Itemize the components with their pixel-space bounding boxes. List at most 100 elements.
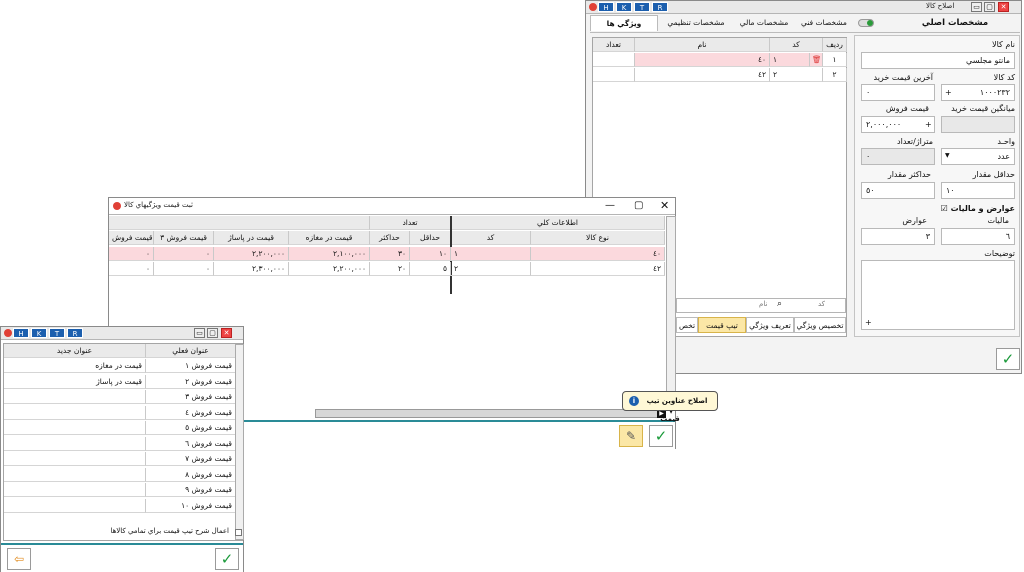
duty-field[interactable]: ٣: [861, 228, 935, 245]
tax-field[interactable]: ٦: [941, 228, 1015, 245]
unit-select[interactable]: عدد: [941, 148, 1015, 165]
bottom-tabs: تخصيص ويژگي تعريف ويژگي تيپ قيمت تخص: [676, 317, 846, 335]
new-title-cell[interactable]: [4, 498, 146, 513]
maximize-button[interactable]: ▢: [634, 200, 643, 211]
vertical-scrollbar[interactable]: [666, 216, 676, 411]
min-qty-field[interactable]: ١٠: [941, 182, 1015, 199]
new-title-cell[interactable]: [4, 421, 146, 435]
tab-technical[interactable]: مشخصات فني: [796, 15, 852, 31]
tab-financial[interactable]: مشخصات مالي: [734, 15, 794, 31]
search-icon[interactable]: ⌕: [777, 299, 782, 309]
row2-pasaj[interactable]: ٢,٣٠٠,٠٠٠: [214, 262, 289, 276]
confirm-button[interactable]: ✓: [996, 348, 1020, 370]
toggle-switch[interactable]: [858, 19, 874, 27]
attr-row-1-name[interactable]: ٤٠: [635, 53, 770, 67]
row2-code[interactable]: ٢: [451, 262, 531, 276]
plus-icon[interactable]: +: [925, 120, 932, 129]
tax-check-text: عوارض و ماليات: [950, 204, 1015, 213]
delete-icon[interactable]: 🗑: [810, 53, 823, 67]
r-button[interactable]: R: [652, 2, 668, 12]
search-name-input[interactable]: نام: [759, 300, 767, 308]
t-button[interactable]: T: [49, 328, 65, 338]
meter-label: متراژ/تعداد: [897, 137, 933, 146]
item-name-label: نام كالا: [992, 40, 1015, 49]
minimize-button[interactable]: ▭: [971, 2, 982, 12]
row1-type[interactable]: ٤٠: [531, 247, 665, 261]
confirm-button[interactable]: ✓: [215, 548, 239, 570]
horizontal-scrollbar[interactable]: [315, 409, 665, 418]
h-button[interactable]: H: [598, 2, 614, 12]
edit-price-titles-button[interactable]: ✎: [619, 425, 643, 447]
duty-label: عوارض: [902, 216, 927, 225]
minimize-button[interactable]: —: [605, 200, 615, 211]
h-button[interactable]: H: [13, 328, 29, 338]
close-button[interactable]: ✕: [998, 2, 1009, 12]
description-textarea[interactable]: [861, 260, 1015, 330]
last-price-field[interactable]: ٠: [861, 84, 935, 101]
attr-row-1-qty[interactable]: [593, 53, 635, 67]
tab-price-type[interactable]: تيپ قيمت: [698, 317, 746, 333]
header-store: قيمت در مغازه: [289, 231, 370, 245]
attr-row-2-code[interactable]: ٢: [770, 68, 823, 82]
new-title-cell[interactable]: [4, 405, 146, 420]
t-button[interactable]: T: [634, 2, 650, 12]
attr-row-1-code[interactable]: ١: [770, 53, 810, 67]
tab-attributes[interactable]: ويژگي ها: [590, 15, 658, 31]
row2-min[interactable]: ٥: [410, 262, 451, 276]
current-title-cell: قيمت فروش ٤: [146, 405, 236, 420]
row2-max[interactable]: ٢٠: [370, 262, 410, 276]
item-code-field[interactable]: ١٠٠٠٢٣٢: [941, 84, 1015, 101]
plus-icon[interactable]: +: [865, 318, 872, 327]
close-button[interactable]: ✕: [660, 199, 669, 212]
vertical-scrollbar[interactable]: [235, 344, 244, 540]
maximize-button[interactable]: ▢: [984, 2, 995, 12]
new-title-cell[interactable]: [4, 452, 146, 466]
attr-row-2-name[interactable]: ٤٢: [635, 68, 770, 82]
tax-checkbox-label[interactable]: ☑ عوارض و ماليات: [941, 204, 1015, 213]
row1-pasaj[interactable]: ٢,٢٠٠,٠٠٠: [214, 247, 289, 261]
maximize-button[interactable]: ▢: [207, 328, 218, 338]
row2-store[interactable]: ٢,٢٠٠,٠٠٠: [289, 262, 370, 276]
row1-max[interactable]: ٣٠: [370, 247, 410, 261]
max-qty-field[interactable]: ٥٠: [861, 182, 935, 199]
new-title-cell[interactable]: [4, 390, 146, 404]
close-button[interactable]: ✕: [221, 328, 232, 338]
sale-price-field[interactable]: ٢,٠٠٠,٠٠٠: [861, 116, 935, 133]
item-name-field[interactable]: مانتو مجلسي: [861, 52, 1015, 69]
chevron-down-icon[interactable]: ▼: [945, 152, 950, 159]
avg-price-label: ميانگين قيمت خريد: [951, 104, 1015, 113]
row1-sale3[interactable]: ٠: [154, 247, 214, 261]
new-title-cell[interactable]: [4, 483, 146, 497]
row1-store[interactable]: ٢,١٠٠,٠٠٠: [289, 247, 370, 261]
tab-main[interactable]: مشخصات اصلي: [910, 15, 1000, 31]
tab-define-attribute[interactable]: تعريف ويژگي: [746, 317, 794, 333]
new-title-cell[interactable]: [4, 467, 146, 482]
max-qty-label: حداكثر مقدار: [887, 170, 931, 179]
attr-row-2-qty[interactable]: [593, 68, 635, 82]
tab-assign-attribute[interactable]: تخصيص ويژگي: [794, 317, 846, 333]
tab-partial[interactable]: تخص: [676, 317, 698, 333]
r-button[interactable]: R: [67, 328, 83, 338]
search-code-input[interactable]: كد: [818, 300, 825, 308]
header-type: نوع كالا: [531, 231, 665, 245]
row1-min[interactable]: ١٠: [410, 247, 451, 261]
apply-all-checkbox[interactable]: [235, 529, 242, 536]
k-button[interactable]: K: [31, 328, 47, 338]
row1-code[interactable]: ١: [451, 247, 531, 261]
row2-type[interactable]: ٤٢: [531, 262, 665, 276]
k-button[interactable]: K: [616, 2, 632, 12]
tooltip: i اصلاح عناوين تيپ قيمت: [622, 391, 718, 423]
row2-sale3[interactable]: ٠: [154, 262, 214, 276]
exit-button[interactable]: ⇦: [7, 548, 31, 570]
new-title-cell[interactable]: قيمت در پاساژ: [4, 374, 146, 389]
tab-settings[interactable]: مشخصات تنظيمي: [660, 15, 732, 31]
minimize-button[interactable]: ▭: [194, 328, 205, 338]
confirm-button[interactable]: ✓: [649, 425, 673, 447]
row1-sale4[interactable]: ٠: [109, 247, 154, 261]
plus-icon[interactable]: +: [945, 88, 952, 97]
new-title-cell[interactable]: [4, 436, 146, 451]
titles-window-titlebar: H K T R ▭ ▢ ✕: [1, 327, 243, 340]
new-title-cell[interactable]: قيمت در مغازه: [4, 359, 146, 373]
row2-sale4[interactable]: ٠: [109, 262, 154, 276]
current-title-cell: قيمت فروش ١: [146, 359, 236, 373]
